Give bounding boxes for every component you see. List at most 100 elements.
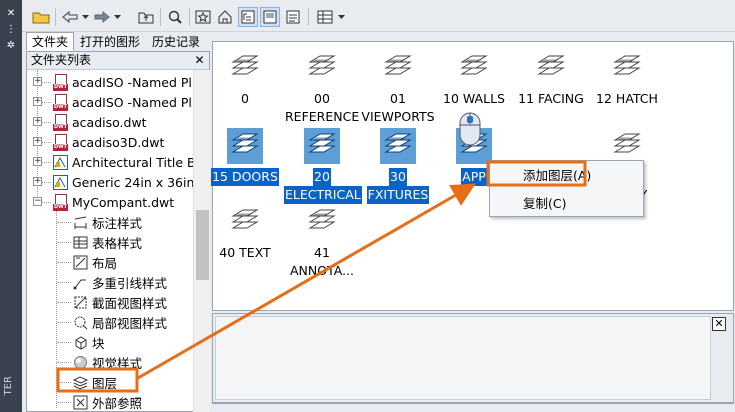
- tree-node-label: Architectural Title Bl: [72, 154, 193, 170]
- layer-icon: [227, 128, 263, 164]
- tree-node-file[interactable]: DWT acadiso3D.dwt: [53, 132, 164, 152]
- layer-item[interactable]: 20 ELECTRICAL: [284, 128, 362, 204]
- layer-item[interactable]: 40 TEXT: [207, 204, 283, 262]
- layer-icon: [380, 128, 416, 164]
- preview-toggle-button[interactable]: [260, 7, 280, 27]
- tree-node-label: 截面视图样式: [92, 295, 168, 311]
- tab-history[interactable]: 历史记录: [146, 32, 206, 51]
- layer-icon: [227, 50, 263, 86]
- layer-item[interactable]: 30 FXITURES: [360, 128, 436, 204]
- layer-item[interactable]: 10 WALLS: [436, 50, 512, 108]
- layer-label: 11 FACING: [518, 91, 584, 106]
- menu-item-add-layer[interactable]: 添加图层(A): [490, 165, 645, 187]
- expander-icon[interactable]: +: [33, 117, 42, 126]
- layer-icon: [609, 128, 645, 164]
- multileader-style-icon: [73, 275, 88, 290]
- tree-node-file[interactable]: DWT acadiso.dwt: [53, 112, 147, 132]
- layer-icon: [456, 50, 492, 86]
- description-pane: [212, 403, 734, 412]
- expander-icon[interactable]: +: [33, 157, 42, 166]
- palette-title-bar: ✕ ⋮ ✲ TER: [0, 0, 22, 412]
- visual-style-icon: [73, 355, 88, 370]
- close-icon[interactable]: ✕: [193, 54, 206, 67]
- tree-view-toggle-button[interactable]: [238, 7, 258, 27]
- description-toggle-button[interactable]: [283, 7, 303, 27]
- dwt-file-icon: DWT: [53, 73, 68, 91]
- tree-node-label: 多重引线样式: [92, 275, 168, 291]
- layer-item[interactable]: 41 ANNOTA...: [284, 204, 360, 280]
- tree-node-layers[interactable]: 图层: [73, 372, 117, 392]
- layer-item[interactable]: 01 VIEWPORTS: [360, 50, 436, 126]
- tree-node-section-view-style[interactable]: 截面视图样式: [73, 292, 167, 312]
- back-dropdown-icon[interactable]: [80, 7, 90, 27]
- layer-icon: [227, 204, 263, 240]
- forward-button[interactable]: [92, 7, 112, 27]
- expander-icon[interactable]: +: [33, 177, 42, 186]
- layer-icon: [609, 50, 645, 86]
- properties-icon[interactable]: ✲: [6, 41, 16, 51]
- home-button[interactable]: [215, 7, 235, 27]
- expander-icon[interactable]: +: [33, 137, 42, 146]
- layer-item[interactable]: 0: [207, 50, 283, 108]
- search-button[interactable]: [165, 7, 185, 27]
- layer-item[interactable]: 15 DOORS: [207, 128, 283, 186]
- tree-node-multileader-style[interactable]: 多重引线样式: [73, 272, 167, 292]
- layer-icon: [533, 50, 569, 86]
- folder-list-header: 文件夹列表 ✕: [27, 52, 209, 70]
- tree-node-label: acadISO -Named Pl: [72, 74, 192, 90]
- tab-open-drawings[interactable]: 打开的图形: [74, 32, 146, 51]
- layer-icon: [304, 128, 340, 164]
- views-dropdown-icon[interactable]: [336, 7, 346, 27]
- tree-node-table-style[interactable]: 表格样式: [73, 232, 142, 252]
- tree-node-label: acadiso3D.dwt: [72, 134, 165, 150]
- tree-node-file[interactable]: DWT acadISO -Named Pl: [53, 92, 192, 112]
- up-button[interactable]: [136, 7, 156, 27]
- tree-node-block[interactable]: 块: [73, 332, 105, 352]
- views-button[interactable]: [314, 7, 336, 27]
- layer-item[interactable]: 12 HATCH: [589, 50, 665, 108]
- tree-node-file[interactable]: DWT acadISO -Named Pl: [53, 72, 192, 92]
- tree-node-detail-view-style[interactable]: 局部视图样式: [73, 312, 167, 332]
- folder-list-panel: 文件夹列表 ✕ DWT acadISO -Named Pl + DWT acadISO …: [26, 51, 210, 412]
- tree-node-file[interactable]: Architectural Title Bl: [53, 152, 193, 172]
- content-area: 0 00 REFERENCE 01 VIEWPORTS 10 WALLS 11 FACING…: [211, 41, 734, 311]
- palette-title: TER: [3, 376, 14, 396]
- layer-label: 0: [241, 91, 249, 106]
- menu-item-copy[interactable]: 复制(C): [490, 193, 645, 215]
- layer-item[interactable]: 11 FACING: [513, 50, 589, 108]
- layout-icon: [73, 255, 88, 270]
- auto-hide-icon[interactable]: ⋮: [6, 25, 16, 35]
- favorites-button[interactable]: [193, 7, 213, 27]
- load-button[interactable]: [30, 7, 52, 27]
- layer-label: REFERENCE: [285, 109, 360, 124]
- layer-label: 15 DOORS: [211, 168, 279, 186]
- tab-folders[interactable]: 文件夹: [26, 32, 75, 51]
- close-palette-icon[interactable]: ✕: [6, 9, 16, 19]
- layer-label: APP: [461, 168, 487, 186]
- tree-node-label: acadISO -Named Pl: [72, 94, 192, 110]
- expander-icon[interactable]: +: [33, 97, 42, 106]
- tree-node-dimension-style[interactable]: 标注样式: [73, 212, 142, 232]
- tree-node-label: 标注样式: [92, 215, 143, 231]
- drawing-file-icon: [53, 154, 68, 170]
- layer-item[interactable]: 00 REFERENCE: [284, 50, 360, 126]
- forward-dropdown-icon[interactable]: [112, 7, 122, 27]
- tree-node-file[interactable]: Generic 24in x 36in T: [53, 172, 193, 192]
- tree-node-layout[interactable]: 布局: [73, 252, 117, 272]
- preview-image-area: [215, 316, 711, 400]
- expander-icon[interactable]: −: [33, 197, 42, 206]
- tree-node-file[interactable]: DWT MyCompant.dwt: [53, 192, 174, 212]
- layers-icon: [73, 375, 88, 390]
- expander-icon[interactable]: +: [33, 77, 42, 86]
- tree-node-xref[interactable]: 外部参照: [73, 392, 142, 412]
- back-button[interactable]: [60, 7, 80, 27]
- block-icon: [73, 335, 88, 350]
- close-preview-icon[interactable]: ✕: [712, 317, 726, 331]
- layer-label: ELECTRICAL: [284, 186, 362, 204]
- layer-label: 41: [314, 245, 330, 260]
- tree-node-label: 表格样式: [92, 235, 143, 251]
- layer-label: 40 TEXT: [219, 245, 271, 260]
- tree-node-visual-style[interactable]: 视觉样式: [73, 352, 142, 372]
- layer-label: 10 WALLS: [443, 91, 505, 106]
- preview-pane: ✕: [212, 313, 734, 403]
